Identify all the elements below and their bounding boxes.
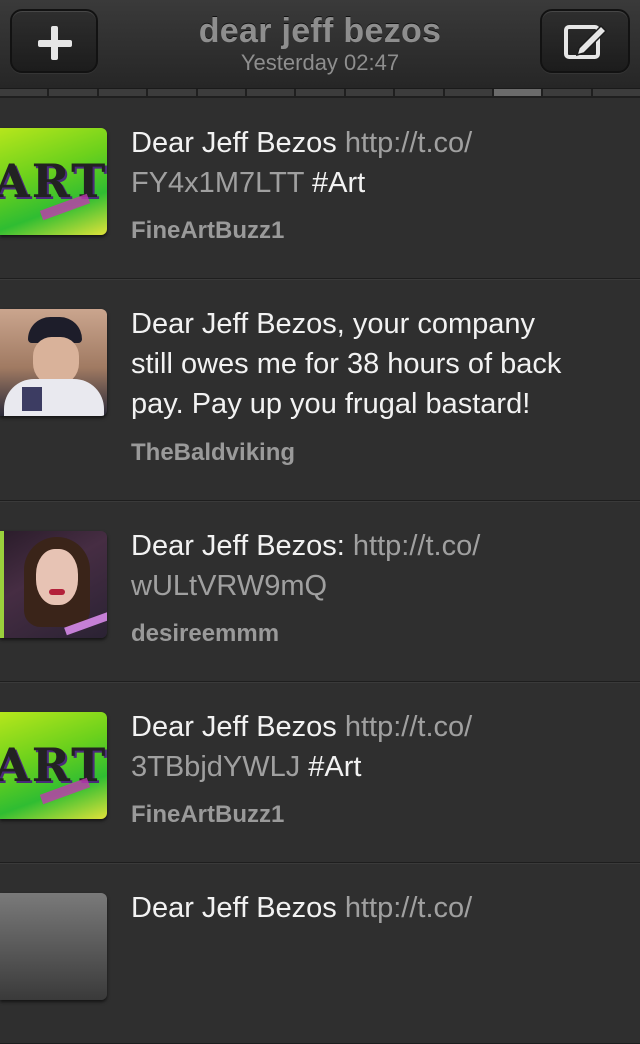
tweet-hashtag[interactable]: #Art bbox=[308, 751, 361, 783]
page-indicator-segment bbox=[49, 89, 97, 96]
tweet-row[interactable]: Dear Jeff Bezos: http://t.co/ wULtVRW9mQ… bbox=[0, 501, 640, 682]
page-indicator-segment bbox=[148, 89, 196, 96]
tweet-text-plain: Dear Jeff Bezos: bbox=[131, 530, 353, 562]
tweet-link-cont[interactable]: wULtVRW9mQ bbox=[131, 570, 327, 602]
tweet-handle[interactable]: TheBaldviking bbox=[131, 439, 295, 467]
tweet-list: ART Dear Jeff Bezos http://t.co/ FY4x1M7… bbox=[0, 98, 640, 1044]
tweet-handle[interactable]: FineArtBuzz1 bbox=[131, 217, 284, 245]
tweet-text: Dear Jeff Bezos: http://t.co/ wULtVRW9mQ bbox=[131, 526, 621, 606]
tweet-row[interactable]: Dear Jeff Bezos, your company still owes… bbox=[0, 279, 640, 501]
art-logo: ART bbox=[0, 154, 107, 208]
avatar[interactable]: ART bbox=[0, 712, 107, 819]
tweet-handle[interactable]: FineArtBuzz1 bbox=[131, 801, 284, 829]
tweet-row[interactable]: Dear Jeff Bezos http://t.co/ bbox=[0, 863, 640, 1044]
page-indicator-segment bbox=[296, 89, 344, 96]
navigation-bar: dear jeff bezos Yesterday 02:47 bbox=[0, 0, 640, 89]
tweet-link[interactable]: http://t.co/ bbox=[353, 530, 480, 562]
page-title: dear jeff bezos bbox=[198, 12, 442, 50]
tweet-text: Dear Jeff Bezos http://t.co/ FY4x1M7LTT … bbox=[131, 123, 621, 203]
tweet-hashtag[interactable]: #Art bbox=[312, 167, 365, 199]
avatar[interactable] bbox=[0, 309, 107, 416]
page-indicator-segment bbox=[98, 89, 147, 96]
page-indicator-segment bbox=[246, 89, 295, 96]
page-indicator-active-segment bbox=[493, 89, 542, 96]
page-subtitle: Yesterday 02:47 bbox=[240, 50, 400, 75]
compose-icon bbox=[564, 24, 608, 59]
page-indicator-segment bbox=[444, 89, 492, 96]
tweet-row[interactable]: ART Dear Jeff Bezos http://t.co/ FY4x1M7… bbox=[0, 98, 640, 279]
tweet-text: Dear Jeff Bezos http://t.co/ 3TBbjdYWLJ … bbox=[131, 707, 621, 787]
tweet-text: Dear Jeff Bezos http://t.co/ bbox=[131, 888, 621, 928]
tweet-text-line: pay. Pay up you frugal bastard! bbox=[131, 388, 531, 420]
art-logo: ART bbox=[0, 738, 107, 792]
tweet-text-plain: Dear Jeff Bezos bbox=[131, 892, 345, 924]
tweet-row[interactable]: ART Dear Jeff Bezos http://t.co/ 3TBbjdY… bbox=[0, 682, 640, 863]
tweet-link[interactable]: http://t.co/ bbox=[345, 711, 472, 743]
page-indicator bbox=[0, 89, 640, 98]
tweet-handle[interactable]: desireemmm bbox=[131, 620, 279, 648]
page-indicator-segment bbox=[592, 89, 640, 96]
tweet-link-cont[interactable]: 3TBbjdYWLJ bbox=[131, 751, 300, 783]
page-indicator-segment bbox=[0, 89, 48, 96]
page-indicator-segment bbox=[395, 89, 443, 96]
page-indicator-segment bbox=[197, 89, 245, 96]
tweet-text: Dear Jeff Bezos, your company still owes… bbox=[131, 304, 621, 424]
avatar[interactable] bbox=[0, 531, 107, 638]
avatar[interactable]: ART bbox=[0, 128, 107, 235]
tweet-text-line: Dear Jeff Bezos, your company bbox=[131, 308, 536, 340]
page-indicator-segment bbox=[345, 89, 394, 96]
tweet-link-cont[interactable]: FY4x1M7LTT bbox=[131, 167, 304, 199]
avatar[interactable] bbox=[0, 893, 107, 1000]
page-indicator-segment bbox=[543, 89, 591, 96]
tweet-link[interactable]: http://t.co/ bbox=[345, 127, 472, 159]
add-button[interactable] bbox=[10, 9, 98, 73]
tweet-link[interactable]: http://t.co/ bbox=[345, 892, 472, 924]
tweet-text-plain: Dear Jeff Bezos bbox=[131, 711, 345, 743]
tweet-text-line: still owes me for 38 hours of back bbox=[131, 348, 562, 380]
tweet-text-plain: Dear Jeff Bezos bbox=[131, 127, 345, 159]
compose-button[interactable] bbox=[540, 9, 630, 73]
